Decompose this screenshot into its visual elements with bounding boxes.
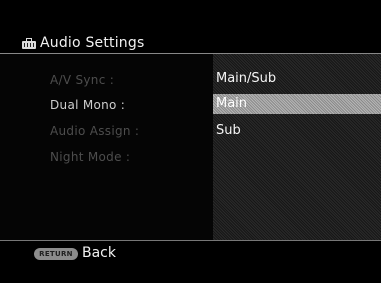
back-label: Back xyxy=(82,245,116,261)
menu-item-av-sync[interactable]: A/V Sync : xyxy=(50,73,114,87)
option-main[interactable]: Main xyxy=(213,94,381,114)
option-main-sub[interactable]: Main/Sub xyxy=(213,69,381,89)
menu-item-audio-assign[interactable]: Audio Assign : xyxy=(50,124,139,138)
audio-settings-screen: Audio Settings A/V Sync : Dual Mono : Au… xyxy=(0,0,381,283)
page-title: Audio Settings xyxy=(22,35,144,51)
option-sub[interactable]: Sub xyxy=(213,121,381,141)
options-list: Main/Sub Main Sub xyxy=(213,54,381,240)
footer: RETURN Back xyxy=(0,241,381,283)
menu-item-night-mode[interactable]: Night Mode : xyxy=(50,150,130,164)
menu-item-dual-mono[interactable]: Dual Mono : xyxy=(50,98,125,112)
settings-panel: A/V Sync : Dual Mono : Audio Assign : Ni… xyxy=(0,54,381,240)
return-button[interactable]: RETURN xyxy=(34,248,78,260)
page-title-label: Audio Settings xyxy=(40,35,145,51)
toolbox-icon xyxy=(22,37,36,49)
header: Audio Settings xyxy=(0,0,381,52)
settings-menu: A/V Sync : Dual Mono : Audio Assign : Ni… xyxy=(0,54,212,240)
